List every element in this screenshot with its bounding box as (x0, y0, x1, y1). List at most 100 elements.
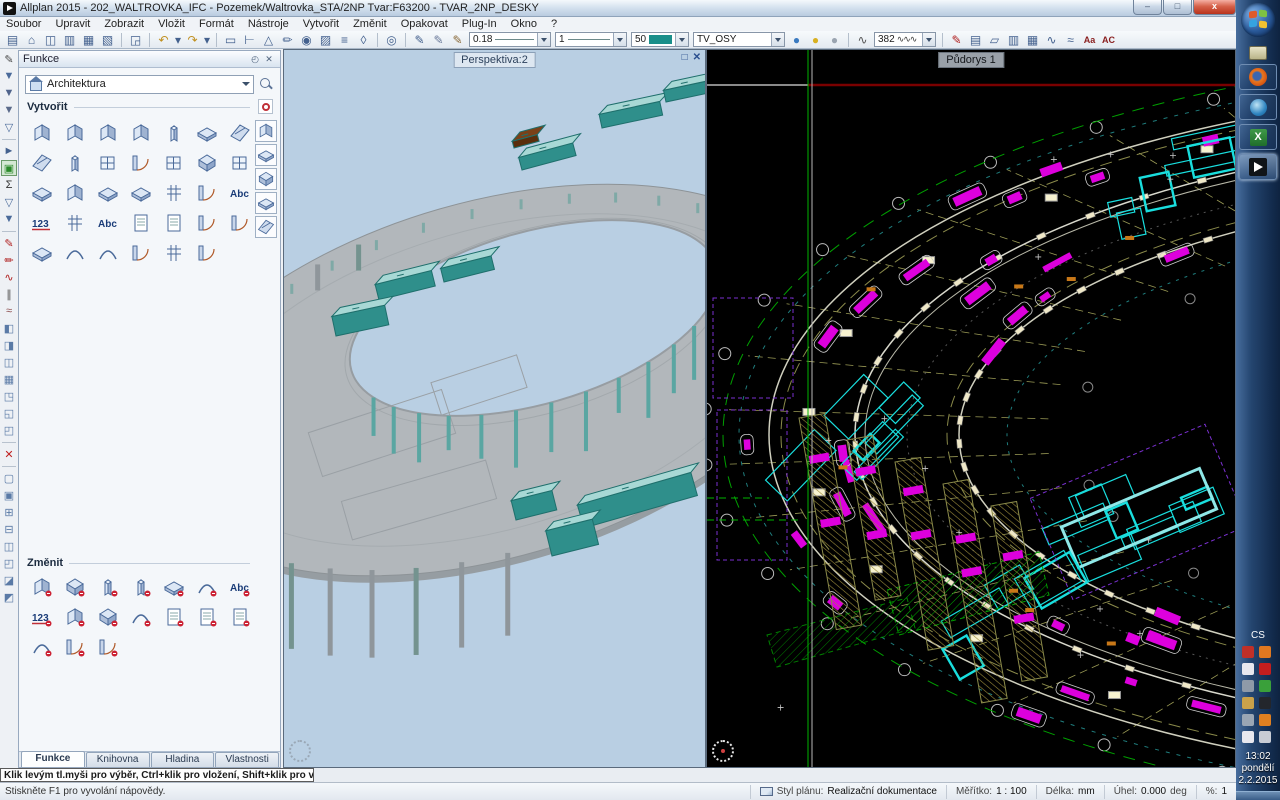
document-settings-icon[interactable]: ▨ (317, 32, 334, 48)
navigation-compass-icon[interactable] (289, 740, 311, 762)
perspective-viewport-label[interactable]: Perspektiva:2 (453, 52, 536, 68)
copy-to-document-tool[interactable] (161, 604, 187, 630)
start-button[interactable] (1241, 3, 1275, 37)
storage-icon[interactable] (1242, 697, 1254, 709)
font-ac-icon[interactable]: AC (1100, 32, 1117, 48)
text-tool[interactable]: Abc (227, 180, 253, 206)
roof-covering-tool[interactable] (29, 150, 55, 176)
menu-zobrazit[interactable]: Zobrazit (104, 18, 144, 30)
pen-linetype-icon[interactable]: ✎ (430, 32, 447, 48)
angle-segment[interactable]: Úhel: 0.000 deg (1103, 784, 1196, 799)
shape-copy-icon[interactable]: ▣ (1, 487, 17, 503)
wall-profile-tool[interactable] (62, 120, 88, 146)
offset-icon[interactable]: ◰ (1, 422, 17, 438)
pen-color-icon[interactable]: ✎ (449, 32, 466, 48)
minimize-button[interactable]: – (1133, 0, 1162, 15)
menu-zm-nit[interactable]: Změnit (353, 18, 387, 30)
font-aa-icon[interactable]: Aa (1081, 32, 1098, 48)
mirror-right-icon[interactable]: ◨ (1, 337, 17, 353)
curtain-wall-tool[interactable] (227, 150, 253, 176)
menu-opakovat[interactable]: Opakovat (401, 18, 448, 30)
grid-points-tool[interactable] (161, 240, 187, 266)
viewport-maximize-icon[interactable]: □ (682, 52, 688, 63)
settings-icon[interactable] (1242, 714, 1254, 726)
view-options-icon[interactable]: ◉ (298, 32, 315, 48)
chevron-down-icon[interactable] (771, 33, 784, 46)
chevron-down-icon[interactable] (675, 33, 688, 46)
fav-roof-button[interactable] (255, 216, 277, 238)
modify-wall-tool[interactable] (29, 574, 55, 600)
rotate-opening-tool[interactable] (95, 634, 121, 660)
mirror-left-icon[interactable]: ◧ (1, 320, 17, 336)
display-icon[interactable] (1242, 680, 1254, 692)
lasso-icon[interactable]: ∿ (1043, 32, 1060, 48)
layered-slab-tool[interactable] (29, 240, 55, 266)
rotate-icon[interactable]: ◳ (1, 388, 17, 404)
layer-combo[interactable]: TV_OSY (693, 32, 785, 47)
red-pen-icon[interactable]: ✎ (948, 32, 965, 48)
perspective-viewport[interactable]: Perspektiva:2 □ ✕ (283, 49, 706, 768)
allplan-button[interactable] (1239, 154, 1277, 180)
tab-knihovna[interactable]: Knihovna (85, 752, 150, 767)
hydro-icon[interactable]: ● (788, 32, 805, 48)
revolving-door-tool[interactable] (194, 240, 220, 266)
opening-swap-tool[interactable] (227, 210, 253, 236)
wall-freeform-tool[interactable] (95, 120, 121, 146)
story-number-tool[interactable]: 123 (29, 210, 55, 236)
pen-thickness-icon[interactable]: ✎ (411, 32, 428, 48)
red-spline-icon[interactable]: ∿ (1, 269, 17, 285)
label-tool[interactable]: Abc (95, 210, 121, 236)
chart-doc-icon[interactable]: ▦ (1024, 32, 1041, 48)
stretch-icon[interactable]: ◱ (1, 405, 17, 421)
roof-plane-tool[interactable] (227, 120, 253, 146)
chimney-tool[interactable] (194, 150, 220, 176)
modify-text-tool[interactable]: Abc (227, 574, 253, 600)
search-icon[interactable] (258, 76, 274, 92)
sync-icon[interactable] (1259, 680, 1271, 692)
fav-plane-button[interactable] (255, 192, 277, 214)
axis-icon[interactable]: ≈ (1, 303, 17, 319)
layer-manager-icon[interactable]: ≡ (336, 32, 353, 48)
print-preview-icon[interactable]: ▧ (99, 32, 116, 48)
red-pen-icon[interactable]: ✎ (1, 235, 17, 251)
firefox-button[interactable] (1239, 64, 1277, 90)
copy-icon[interactable]: ◫ (1, 354, 17, 370)
save-icon[interactable]: ▦ (80, 32, 97, 48)
tools-icon[interactable]: ✏ (279, 32, 296, 48)
measure-sticks-icon[interactable]: ∥ (1, 286, 17, 302)
menu-upravit[interactable]: Upravit (55, 18, 90, 30)
screenshot-icon[interactable]: ◲ (127, 32, 144, 48)
wall-tool[interactable] (29, 120, 55, 146)
red-brush-icon[interactable]: ✏ (1, 252, 17, 268)
category-dropdown[interactable]: Architektura (25, 74, 254, 94)
language-indicator[interactable]: CS (1251, 630, 1265, 641)
extend-wall-tool[interactable] (95, 574, 121, 600)
renumber-tool[interactable]: 123 (29, 604, 55, 630)
window-tool[interactable] (95, 150, 121, 176)
report-tool[interactable] (128, 210, 154, 236)
filter-down-icon[interactable]: ▽ (1, 194, 17, 210)
open-project-icon[interactable]: ⌂ (23, 32, 40, 48)
color-combo[interactable]: 50 (631, 32, 689, 47)
pattern-combo[interactable]: 382 ∿∿∿ (874, 32, 936, 47)
modify-label-tool[interactable] (128, 604, 154, 630)
shape-corner-icon[interactable]: ◰ (1, 555, 17, 571)
room-tool[interactable] (194, 180, 220, 206)
plan-style-segment[interactable]: Styl plánu: Realizační dokumentace (749, 784, 946, 799)
menu-plug-in[interactable]: Plug-In (462, 18, 497, 30)
new-document-icon[interactable]: ▤ (4, 32, 21, 48)
transfer-properties-tool[interactable] (62, 604, 88, 630)
menu-form-t[interactable]: Formát (199, 18, 234, 30)
pdf-reader-icon[interactable] (1259, 663, 1271, 675)
export-doc-icon[interactable]: ▥ (1005, 32, 1022, 48)
array-icon[interactable]: ▦ (1, 371, 17, 387)
shape-half-icon[interactable]: ◩ (1, 589, 17, 605)
foundation-slab-tool[interactable] (29, 180, 55, 206)
shape-add-icon[interactable]: ⊞ (1, 504, 17, 520)
network-flag-icon[interactable] (1242, 731, 1254, 743)
scale-segment[interactable]: Měřítko: 1 : 100 (945, 784, 1036, 799)
palette-header[interactable]: Funkce ◴ ✕ (19, 51, 280, 68)
explorer-pin[interactable] (1249, 46, 1267, 60)
niche-tool[interactable] (161, 150, 187, 176)
delete-icon[interactable]: ✕ (1, 446, 17, 462)
